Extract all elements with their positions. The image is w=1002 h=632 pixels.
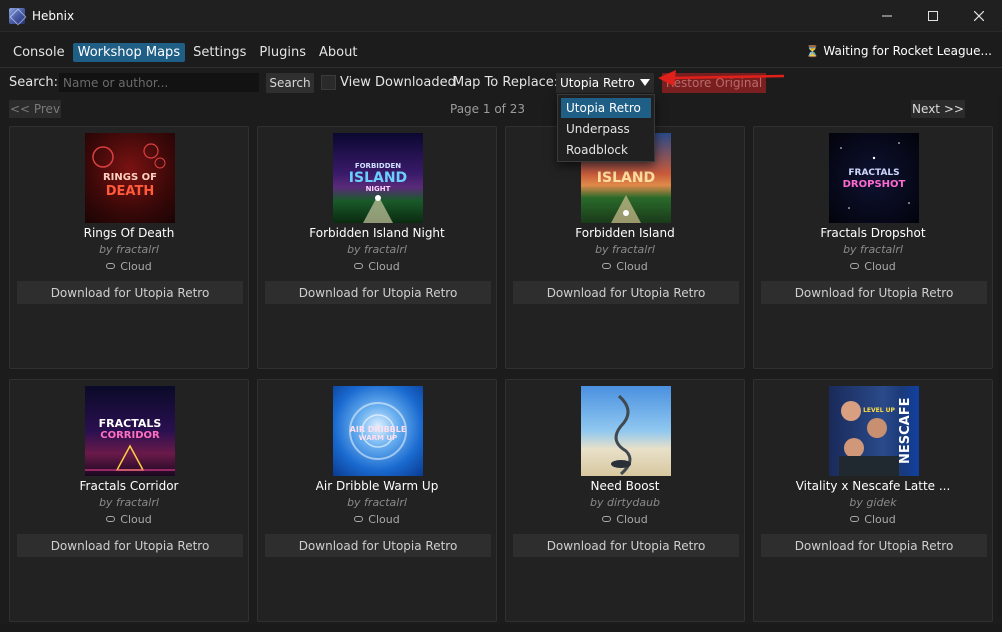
menu-settings[interactable]: Settings [188, 43, 251, 62]
annotation-arrow-icon [658, 70, 785, 86]
map-thumbnail [581, 386, 671, 476]
map-thumbnail: RINGS OF DEATH [85, 133, 175, 223]
download-button[interactable]: Download for Utopia Retro [265, 534, 491, 557]
download-button[interactable]: Download for Utopia Retro [513, 281, 739, 304]
app-logo-icon [9, 7, 25, 24]
map-to-replace-label: Map To Replace: [453, 75, 559, 90]
menu-about[interactable]: About [314, 43, 362, 62]
map-select-value: Utopia Retro [560, 76, 635, 90]
cloud-icon [602, 263, 612, 269]
map-select-dropdown: Utopia Retro Underpass Roadblock [557, 94, 655, 162]
next-page-button[interactable]: Next >> [911, 100, 965, 118]
map-title: Air Dribble Warm Up [315, 479, 439, 493]
close-icon [974, 11, 984, 21]
map-author: by fractalrl [843, 243, 903, 256]
search-button[interactable]: Search [266, 73, 314, 93]
map-title: Rings Of Death [83, 226, 175, 240]
map-thumbnail: LEVEL UP NESCAFE [829, 386, 919, 476]
download-button[interactable]: Download for Utopia Retro [513, 534, 739, 557]
map-source: Cloud [258, 513, 496, 526]
map-author: by fractalrl [99, 496, 159, 509]
dropdown-option-utopia-retro[interactable]: Utopia Retro [561, 98, 651, 118]
download-button[interactable]: Download for Utopia Retro [17, 534, 243, 557]
download-button[interactable]: Download for Utopia Retro [265, 281, 491, 304]
hourglass-icon: ⏳ [805, 44, 820, 58]
vertical-scrollbar[interactable] [998, 96, 1002, 616]
map-source: Cloud [506, 260, 744, 273]
menu-workshop-maps[interactable]: Workshop Maps [72, 42, 186, 62]
map-title: Fractals Dropshot [820, 226, 926, 240]
minimize-icon [882, 15, 892, 17]
map-author: by fractalrl [347, 243, 407, 256]
map-card: LEVEL UP NESCAFE Vitality x Nescafe Latt… [753, 379, 993, 622]
search-input[interactable] [59, 73, 259, 92]
view-downloaded-label: View Downloaded [340, 75, 456, 90]
connection-status: ⏳ Waiting for Rocket League... [806, 44, 992, 58]
map-thumbnail: FRACTALS CORRIDOR [85, 386, 175, 476]
map-source: Cloud [258, 260, 496, 273]
map-author: by dirtydaub [589, 496, 661, 509]
map-author: by fractalrl [99, 243, 159, 256]
map-thumbnail: FORBIDDEN ISLAND NIGHT [333, 133, 423, 223]
map-card: AIR DRIBBLE WARM UP Air Dribble Warm Up … [257, 379, 497, 622]
map-card: FRACTALS CORRIDOR Fractals Corridor by f… [9, 379, 249, 622]
dropdown-option-roadblock[interactable]: Roadblock [561, 140, 651, 160]
map-title: Forbidden Island [575, 226, 675, 240]
window-controls [864, 0, 1002, 32]
view-downloaded-checkbox[interactable] [321, 75, 336, 90]
status-text: Waiting for Rocket League... [823, 44, 992, 58]
search-label: Search: [9, 75, 59, 90]
map-source: Cloud [754, 260, 992, 273]
map-card: RINGS OF DEATH Rings Of Death by fractal… [9, 126, 249, 369]
map-source: Cloud [506, 513, 744, 526]
map-title: Vitality x Nescafe Latte ... [795, 479, 951, 493]
map-title: Fractals Corridor [79, 479, 179, 493]
title-bar: Hebnix [0, 0, 1002, 32]
map-card: Need Boost by dirtydaub Cloud Download f… [505, 379, 745, 622]
cloud-icon [354, 516, 364, 522]
maximize-icon [928, 11, 938, 21]
cloud-icon [106, 516, 116, 522]
menu-plugins[interactable]: Plugins [254, 43, 311, 62]
minimize-button[interactable] [864, 0, 910, 32]
menu-console[interactable]: Console [8, 43, 70, 62]
map-to-replace-select[interactable]: Utopia Retro [556, 73, 654, 93]
map-source: Cloud [10, 513, 248, 526]
cloud-icon [850, 263, 860, 269]
bottom-edge [0, 624, 1002, 632]
map-author: by fractalrl [347, 496, 407, 509]
download-button[interactable]: Download for Utopia Retro [761, 534, 987, 557]
map-author: by fractalrl [595, 243, 655, 256]
map-card: FORBIDDEN ISLAND NIGHT Forbidden Island … [257, 126, 497, 369]
map-toolbar: Search: Search View Downloaded Map To Re… [0, 72, 1002, 94]
cloud-icon [850, 516, 860, 522]
close-button[interactable] [956, 0, 1002, 32]
download-button[interactable]: Download for Utopia Retro [761, 281, 987, 304]
cloud-icon [602, 516, 612, 522]
page-indicator: Page 1 of 23 [450, 102, 525, 116]
map-title: Need Boost [590, 479, 660, 493]
map-thumbnail: FRACTALS DROPSHOT [829, 133, 919, 223]
window-title: Hebnix [32, 8, 75, 23]
maximize-button[interactable] [910, 0, 956, 32]
map-source: Cloud [10, 260, 248, 273]
cloud-icon [354, 263, 364, 269]
map-author: by gidek [849, 496, 897, 509]
chevron-down-icon [640, 79, 650, 86]
menu-divider [0, 67, 1002, 68]
map-source: Cloud [754, 513, 992, 526]
map-card: ISLAND Forbidden Island by fractalrl Clo… [505, 126, 745, 369]
prev-page-button[interactable]: << Prev [9, 100, 61, 118]
map-thumbnail: AIR DRIBBLE WARM UP [333, 386, 423, 476]
download-button[interactable]: Download for Utopia Retro [17, 281, 243, 304]
cloud-icon [106, 263, 116, 269]
map-card: FRACTALS DROPSHOT Fractals Dropshot by f… [753, 126, 993, 369]
map-title: Forbidden Island Night [309, 226, 445, 240]
dropdown-option-underpass[interactable]: Underpass [561, 119, 651, 139]
